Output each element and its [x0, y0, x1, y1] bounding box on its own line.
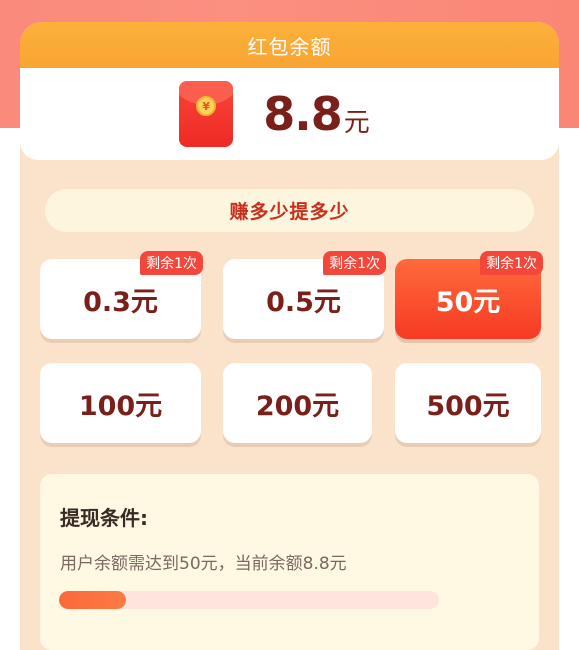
option-label: 100元 [78, 390, 163, 422]
coin-icon: ¥ [196, 96, 217, 116]
conditions-title: 提现条件: [60, 506, 148, 530]
withdraw-option-0-3[interactable]: 0.3元 剩余1次 [40, 251, 203, 339]
withdraw-option-200[interactable]: 200元 [223, 363, 372, 443]
remaining-badge: 剩余1次 [480, 251, 543, 275]
slogan-banner: 赚多少提多少 [45, 189, 534, 232]
balance-panel: ¥ 8.8 元 [20, 68, 559, 160]
red-envelope-icon: ¥ [179, 81, 234, 147]
balance-unit: 元 [343, 107, 370, 138]
remaining-badge: 剩余1次 [140, 251, 203, 275]
option-label: 50元 [435, 286, 501, 318]
balance-amount: 8.8 [263, 87, 342, 141]
withdraw-option-500[interactable]: 500元 [395, 363, 541, 443]
withdraw-card: 红包余额 ¥ 8.8 元 赚多少提多少 0.3元 剩余1次 0.5元 剩余1次 … [20, 22, 559, 650]
conditions-text: 用户余额需达到50元，当前余额8.8元 [60, 554, 347, 574]
remaining-badge: 剩余1次 [323, 251, 386, 275]
withdraw-option-50[interactable]: 50元 剩余1次 [395, 251, 543, 339]
progress-bar-fill [59, 591, 126, 609]
option-label: 0.3元 [83, 286, 158, 318]
option-label: 0.5元 [266, 286, 341, 318]
option-label: 200元 [255, 390, 340, 422]
withdraw-option-100[interactable]: 100元 [40, 363, 201, 443]
withdraw-conditions-panel: 提现条件: 用户余额需达到50元，当前余额8.8元 [40, 474, 539, 650]
progress-bar [59, 591, 439, 609]
option-label: 500元 [426, 390, 510, 422]
withdraw-option-0-5[interactable]: 0.5元 剩余1次 [223, 251, 386, 339]
card-title: 红包余额 [20, 22, 559, 68]
